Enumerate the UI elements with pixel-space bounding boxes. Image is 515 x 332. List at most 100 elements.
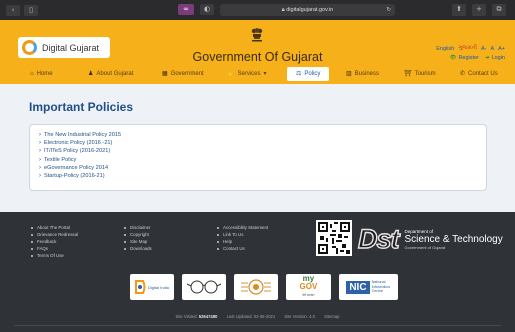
address-bar[interactable]: 🔒︎ digitalgujarat.gov.in ↻: [220, 4, 395, 16]
footer-link[interactable]: Copyright: [124, 231, 152, 238]
shield-icon[interactable]: ◐: [200, 4, 214, 15]
footer-link-label: FAQs: [37, 246, 48, 251]
footer-link[interactable]: Disclaimer: [124, 224, 152, 231]
policy-label: eGovernance Policy 2014: [44, 164, 109, 171]
nic-text: National Informatics Centre: [372, 280, 391, 294]
state-emblem-icon: [251, 28, 263, 42]
private-browsing-icon[interactable]: ∞: [178, 4, 194, 15]
reload-icon[interactable]: ↻: [386, 4, 391, 16]
chevron-right-icon: ›: [39, 140, 41, 147]
footer-link-label: Downloads: [130, 246, 152, 251]
footer-link-label: Help: [223, 239, 233, 244]
hand-icon: ✋: [227, 71, 235, 77]
policy-link[interactable]: › IT/ITeS Policy (2016-2021): [39, 147, 486, 155]
nav-label: Tourism: [414, 71, 436, 77]
new-tab-icon[interactable]: +: [472, 4, 486, 16]
nav-item-government[interactable]: ▦ Government: [162, 67, 204, 81]
footer-link-label: Feedback: [37, 239, 57, 244]
lang-gujarati-link[interactable]: ગુજરાતી: [458, 45, 477, 52]
nav-item-contact-us[interactable]: ✆ Contact Us: [460, 67, 498, 81]
nav-item-business[interactable]: ▥ Business: [346, 67, 379, 81]
tabs-overview-icon[interactable]: ⧉: [492, 4, 506, 16]
policy-label: Textile Policy: [44, 156, 77, 163]
footer-link[interactable]: Link To Us: [217, 231, 268, 238]
policy-link[interactable]: › Electronic Policy (2016 -21): [39, 139, 486, 147]
bullet-icon: [124, 233, 126, 236]
nav-item-home[interactable]: ⌂ Home: [30, 67, 53, 81]
footer-link-label: Grievance Redressal: [37, 232, 78, 237]
bullet-icon: [31, 247, 33, 250]
mygov-logo[interactable]: my GOV मेरी सरकार: [286, 274, 331, 300]
browser-toolbar: ‹ ▯ ∞ ◐ 🔒︎ digitalgujarat.gov.in ↻ ⬆ + ⧉: [0, 0, 515, 20]
policy-icon: ⚖: [296, 71, 302, 77]
emblem-logo[interactable]: [234, 274, 279, 300]
chevron-right-icon: ›: [39, 164, 41, 171]
bullet-icon: [124, 226, 126, 229]
login-link[interactable]: ➜ Login: [485, 55, 505, 61]
tourism-icon: ⛩: [404, 71, 412, 77]
person-icon: ♟: [88, 71, 94, 77]
sitemap-link[interactable]: Sitemap: [324, 314, 339, 319]
bullet-icon: [217, 226, 219, 229]
sidebar-icon[interactable]: ▯: [24, 4, 38, 16]
lang-english-link[interactable]: English: [436, 46, 454, 52]
nav-item-policy[interactable]: ⚖ Policy: [287, 67, 330, 81]
site-header: Digital Gujarat Government Of Gujarat En…: [0, 20, 515, 84]
dst-logo: Dst: [357, 223, 400, 254]
footer-link-label: Copyright: [130, 232, 149, 237]
account-links: 👁︎ Register ➜ Login: [449, 55, 505, 61]
footer-link[interactable]: FAQs: [31, 245, 78, 252]
nic-mark: NIC: [346, 280, 370, 294]
footer-link[interactable]: Grievance Redressal: [31, 231, 78, 238]
nav-item-about-gujarat[interactable]: ♟ About Gujarat: [88, 67, 133, 81]
footer-link[interactable]: Feedback: [31, 238, 78, 245]
footer-link-label: Site Map: [130, 239, 148, 244]
digital-gujarat-logo[interactable]: Digital Gujarat: [18, 37, 110, 58]
dst-text: Department of Science & Technology Gover…: [405, 229, 503, 250]
visits-count: 52647480: [198, 314, 218, 319]
building-icon: ▦: [162, 71, 168, 77]
logo-swirl-icon: [22, 40, 37, 55]
font-normal-button[interactable]: A: [490, 46, 494, 52]
bullet-icon: [31, 254, 33, 257]
policy-label: IT/ITeS Policy (2016-2021): [44, 148, 111, 155]
footer-link[interactable]: Site Map: [124, 238, 152, 245]
back-icon[interactable]: ‹: [6, 4, 20, 16]
dst-logo-block[interactable]: Dst Department of Science & Technology G…: [357, 221, 504, 257]
digital-india-logo[interactable]: Digital India: [130, 274, 175, 300]
site-version: Site Version: 4.0: [284, 314, 315, 319]
nav-item-tourism[interactable]: ⛩ Tourism: [404, 67, 436, 81]
footer-link-label: Disclaimer: [130, 225, 151, 230]
footer-link[interactable]: About The Portal: [31, 224, 78, 231]
font-increase-button[interactable]: A+: [498, 46, 505, 52]
policy-link[interactable]: › The New Industrial Policy 2015: [39, 131, 486, 139]
share-icon[interactable]: ⬆: [452, 4, 466, 16]
bullet-icon: [124, 247, 126, 250]
bullet-icon: [217, 247, 219, 250]
nav-label: Home: [36, 71, 53, 77]
nav-label: Policy: [304, 71, 321, 77]
nic-logo[interactable]: NIC National Informatics Centre: [338, 274, 398, 300]
site-footer: About The Portal Grievance Redressal Fee…: [0, 212, 515, 332]
footer-link[interactable]: Accessibility Statement: [217, 224, 268, 231]
footer-link[interactable]: Contact Us: [217, 245, 268, 252]
policy-label: Electronic Policy (2016 -21): [44, 140, 113, 147]
bullet-icon: [31, 226, 33, 229]
page-title: Important Policies: [29, 100, 134, 114]
scheme-logo[interactable]: [182, 274, 227, 300]
footer-links-col3: Accessibility Statement Link To Us Help …: [217, 224, 268, 252]
policy-list: › The New Industrial Policy 2015 › Electro…: [29, 124, 487, 191]
visits-label: Site Visited:: [175, 314, 198, 319]
font-decrease-button[interactable]: A-: [481, 46, 487, 52]
footer-link[interactable]: Help: [217, 238, 268, 245]
policy-link[interactable]: › Textile Policy: [39, 156, 486, 164]
bullet-icon: [217, 233, 219, 236]
qr-code: [316, 220, 352, 256]
footer-link[interactable]: Downloads: [124, 245, 152, 252]
policy-link[interactable]: › Startup-Policy (2016-21): [39, 172, 486, 180]
nav-item-services[interactable]: ✋ Services ▾: [227, 67, 267, 81]
policy-link[interactable]: › eGovernance Policy 2014: [39, 164, 486, 172]
nav-label: Contact Us: [468, 71, 498, 77]
footer-link[interactable]: Terms Of Use: [31, 252, 78, 259]
register-link[interactable]: 👁︎ Register: [449, 55, 478, 61]
